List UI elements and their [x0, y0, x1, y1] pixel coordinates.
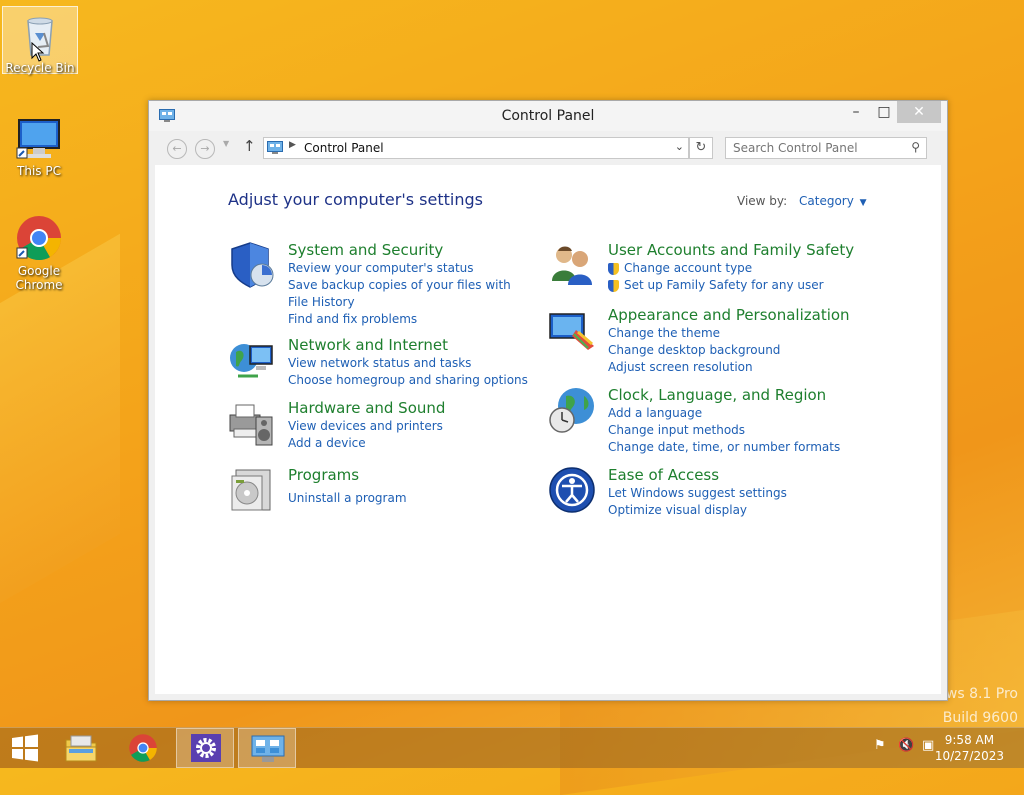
category-title[interactable]: Clock, Language, and Region: [608, 386, 826, 404]
search-icon[interactable]: ⚲: [911, 140, 920, 154]
link-optimize-display[interactable]: Optimize visual display: [608, 502, 848, 519]
wallpaper-shape: [0, 233, 120, 627]
category-title[interactable]: Network and Internet: [288, 336, 448, 354]
network-globe-icon: [230, 344, 273, 378]
address-toolbar: ← → ▼ ↑ ▶ Control Panel ⌄ ↻ ⚲: [157, 135, 939, 161]
link-find-fix-problems[interactable]: Find and fix problems: [288, 311, 528, 328]
appearance-icon: [549, 313, 594, 350]
folder-icon: [65, 735, 97, 762]
shield-icon: [231, 242, 274, 288]
link-add-device[interactable]: Add a device: [288, 435, 528, 452]
close-button[interactable]: ✕: [897, 101, 941, 123]
breadcrumb-chevron-icon[interactable]: ▶: [289, 140, 296, 150]
link-change-account-type[interactable]: Change account type: [608, 260, 848, 277]
build-watermark: Build 9600: [942, 710, 1018, 726]
printer-speaker-icon: [229, 404, 273, 446]
link-suggest-settings[interactable]: Let Windows suggest settings: [608, 485, 848, 502]
category-title[interactable]: Hardware and Sound: [288, 399, 445, 417]
control-panel-icon: [251, 735, 285, 762]
desktop-icon-recycle-bin[interactable]: Recycle Bin: [2, 6, 78, 75]
up-button[interactable]: ↑: [243, 137, 256, 155]
category-title[interactable]: User Accounts and Family Safety: [608, 241, 854, 259]
maximize-button[interactable]: □: [869, 101, 899, 123]
control-panel-window: Control Panel – □ ✕ ← → ▼ ↑ ▶ Control Pa…: [148, 100, 948, 701]
desktop-icon-label: Recycle Bin: [5, 61, 75, 75]
address-bar[interactable]: ▶ Control Panel ⌄: [263, 137, 689, 159]
link-desktop-background[interactable]: Change desktop background: [608, 342, 848, 359]
link-uninstall-program[interactable]: Uninstall a program: [288, 490, 528, 507]
desktop-icon-google-chrome[interactable]: Google Chrome: [2, 210, 76, 292]
refresh-button[interactable]: ↻: [689, 137, 713, 159]
start-button[interactable]: [0, 728, 50, 768]
desktop-icon-label: Google Chrome: [15, 264, 63, 292]
category-title[interactable]: Appearance and Personalization: [608, 306, 850, 324]
link-change-theme[interactable]: Change the theme: [608, 325, 848, 342]
recent-locations-dropdown[interactable]: ▼: [223, 139, 229, 148]
gear-icon: [196, 738, 216, 758]
link-homegroup[interactable]: Choose homegroup and sharing options: [288, 372, 528, 389]
globe-clock-icon: [549, 388, 594, 433]
page-heading: Adjust your computer's settings: [228, 190, 483, 209]
chevron-down-icon[interactable]: ⌄: [675, 140, 684, 153]
link-file-history[interactable]: Save backup copies of your files with Fi…: [288, 277, 528, 311]
ease-of-access-icon: [549, 467, 595, 513]
category-title[interactable]: System and Security: [288, 241, 443, 259]
link-family-safety[interactable]: Set up Family Safety for any user: [608, 277, 848, 294]
windows-watermark: ws 8.1 Pro: [945, 686, 1018, 702]
clock-time: 9:58 AM: [944, 733, 995, 747]
title-bar[interactable]: Control Panel – □ ✕: [149, 101, 947, 131]
search-box[interactable]: ⚲: [725, 137, 927, 159]
taskbar-control-panel[interactable]: [238, 728, 296, 768]
view-by-label: View by:: [737, 194, 788, 208]
speaker-muted-icon[interactable]: 🔇: [898, 738, 914, 753]
link-input-methods[interactable]: Change input methods: [608, 422, 848, 439]
action-center-flag-icon[interactable]: ⚑: [874, 738, 886, 753]
search-input[interactable]: [726, 138, 910, 158]
programs-icon: [231, 469, 271, 511]
category-title[interactable]: Programs: [288, 466, 359, 484]
forward-button[interactable]: →: [195, 139, 215, 159]
view-by: View by: Category ▼: [737, 194, 867, 208]
taskbar-chrome[interactable]: [114, 728, 172, 768]
minimize-button[interactable]: –: [841, 101, 871, 123]
windows-logo-icon: [12, 734, 38, 762]
clock-date: 10/27/2023: [934, 749, 1004, 763]
content-area: Adjust your computer's settings View by:…: [155, 165, 941, 694]
link-add-language[interactable]: Add a language: [608, 405, 848, 422]
settings-tile: [191, 734, 221, 762]
users-icon: [552, 246, 592, 285]
category-title[interactable]: Ease of Access: [608, 466, 719, 484]
network-icon[interactable]: ▣: [922, 738, 934, 753]
link-devices-printers[interactable]: View devices and printers: [288, 418, 528, 435]
desktop-icon-this-pc[interactable]: This PC: [2, 110, 76, 178]
link-network-status[interactable]: View network status and tasks: [288, 355, 528, 372]
breadcrumb-control-panel[interactable]: Control Panel: [304, 141, 384, 155]
clock[interactable]: 9:58 AM 10/27/2023: [935, 732, 1004, 764]
link-review-status[interactable]: Review your computer's status: [288, 260, 528, 277]
taskbar-file-explorer[interactable]: [52, 728, 110, 768]
mouse-cursor-icon: [31, 42, 45, 62]
computer-icon: [15, 114, 63, 162]
dropdown-arrow-icon[interactable]: ▼: [860, 198, 867, 208]
link-screen-resolution[interactable]: Adjust screen resolution: [608, 359, 848, 376]
desktop-icon-label: This PC: [17, 164, 61, 178]
control-panel-icon: [267, 141, 283, 154]
chrome-icon: [15, 214, 63, 262]
link-date-time-formats[interactable]: Change date, time, or number formats: [608, 439, 848, 456]
back-button[interactable]: ←: [167, 139, 187, 159]
chrome-icon: [129, 734, 157, 762]
view-by-dropdown[interactable]: Category: [799, 194, 854, 208]
taskbar: ⚑ 🔇 ▣ 9:58 AM 10/27/2023: [0, 727, 1024, 768]
taskbar-settings[interactable]: [176, 728, 234, 768]
window-title: Control Panel: [501, 108, 595, 124]
